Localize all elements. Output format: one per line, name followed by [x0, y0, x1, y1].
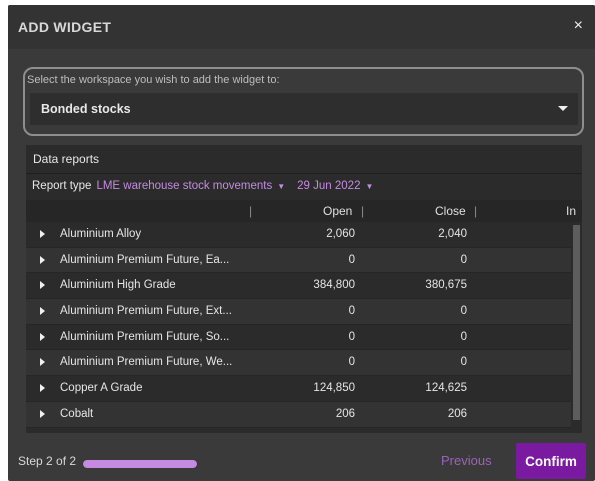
workspace-selected-value: Bonded stocks [41, 102, 131, 116]
chevron-down-icon: ▼ [365, 182, 374, 191]
row-close-value: 0 [460, 330, 467, 343]
step-indicator: Step 2 of 2 [18, 454, 77, 468]
expand-arrow-icon[interactable] [40, 281, 45, 290]
previous-button[interactable]: Previous [441, 453, 492, 468]
row-close-value: 206 [447, 407, 467, 420]
row-name: Aluminium Premium Future, Ext... [60, 305, 232, 318]
row-open-value: 0 [348, 356, 355, 369]
expand-arrow-icon[interactable] [40, 307, 45, 316]
row-close-value: 0 [460, 356, 467, 369]
expand-arrow-icon[interactable] [40, 358, 45, 367]
row-open-value: 384,800 [313, 279, 355, 292]
data-reports-panel: Data reports Report type LME warehouse s… [26, 145, 582, 433]
row-name: Aluminium Premium Future, So... [60, 330, 230, 343]
table-row[interactable]: Aluminium Premium Future, Ext... 0 0 [26, 299, 571, 325]
table-header: | Open | Close | In [26, 200, 582, 222]
table-row[interactable]: Aluminium Premium Future, So... 0 0 [26, 325, 571, 351]
workspace-selector-group: Select the workspace you wish to add the… [23, 67, 584, 136]
row-name: Copper A Grade [60, 382, 143, 395]
workspace-select[interactable]: Bonded stocks [30, 93, 578, 125]
close-icon[interactable]: × [574, 17, 583, 35]
dialog-header: ADD WIDGET × [8, 5, 595, 49]
date-dropdown[interactable]: 29 Jun 2022 ▼ [297, 180, 373, 192]
row-name: Aluminium Premium Future, Ea... [60, 253, 230, 266]
column-header-close[interactable]: Close [435, 204, 466, 218]
report-type-label: Report type [32, 180, 92, 192]
row-name: Aluminium High Grade [60, 279, 176, 292]
table-row[interactable]: Cobalt 206 206 [26, 401, 571, 428]
row-close-value: 2,040 [438, 228, 467, 240]
table-row[interactable]: Aluminium Premium Future, Ea... 0 0 [26, 247, 571, 274]
row-open-value: 0 [348, 253, 355, 266]
row-name: Cobalt [60, 407, 94, 420]
column-header-open[interactable]: Open [323, 204, 352, 218]
row-open-value: 0 [348, 330, 355, 343]
expand-arrow-icon[interactable] [40, 409, 45, 418]
row-open-value: 0 [348, 305, 355, 318]
row-close-value: 0 [460, 253, 467, 266]
expand-arrow-icon[interactable] [40, 332, 45, 341]
report-type-dropdown[interactable]: LME warehouse stock movements ▼ [96, 180, 285, 192]
confirm-button[interactable]: Confirm [516, 443, 586, 479]
progress-fill [83, 460, 197, 468]
date-value: 29 Jun 2022 [297, 180, 361, 192]
row-close-value: 124,625 [425, 382, 467, 395]
column-header-in[interactable]: In [566, 204, 576, 218]
dialog-title: ADD WIDGET [18, 19, 112, 35]
vertical-scrollbar[interactable] [571, 222, 582, 433]
table-row[interactable]: Aluminium High Grade 384,800 380,675 [26, 273, 571, 300]
chevron-down-icon: ▼ [277, 182, 286, 191]
step-progress-bar [83, 460, 197, 468]
row-open-value: 206 [335, 407, 355, 420]
table-row[interactable]: Aluminium Alloy 2,060 2,040 [26, 222, 571, 248]
workspace-label: Select the workspace you wish to add the… [27, 74, 280, 86]
row-close-value: 380,675 [425, 279, 467, 292]
scrollbar-thumb[interactable] [573, 225, 580, 420]
table-row[interactable]: Aluminium Premium Future, We... 0 0 [26, 350, 571, 377]
report-type-value: LME warehouse stock movements [96, 180, 273, 192]
column-divider[interactable]: | [361, 204, 364, 218]
column-divider[interactable]: | [474, 204, 477, 218]
table-row[interactable]: Copper A Grade 124,850 124,625 [26, 376, 571, 402]
row-open-value: 2,060 [326, 228, 355, 240]
expand-arrow-icon[interactable] [40, 384, 45, 393]
row-name: Aluminium Premium Future, We... [60, 356, 233, 369]
add-widget-dialog: ADD WIDGET × Select the workspace you wi… [8, 5, 595, 481]
row-close-value: 0 [460, 305, 467, 318]
table-body: Aluminium Alloy 2,060 2,040 Aluminium Pr… [26, 222, 571, 428]
expand-arrow-icon[interactable] [40, 255, 45, 264]
row-name: Aluminium Alloy [60, 228, 142, 240]
report-filters: Report type LME warehouse stock movement… [26, 175, 582, 197]
panel-title: Data reports [26, 145, 582, 174]
chevron-down-icon [558, 106, 568, 111]
dialog-footer: Step 2 of 2 Previous Confirm [8, 441, 595, 481]
row-open-value: 124,850 [313, 382, 355, 395]
expand-arrow-icon[interactable] [40, 230, 45, 238]
column-divider[interactable]: | [249, 204, 252, 218]
